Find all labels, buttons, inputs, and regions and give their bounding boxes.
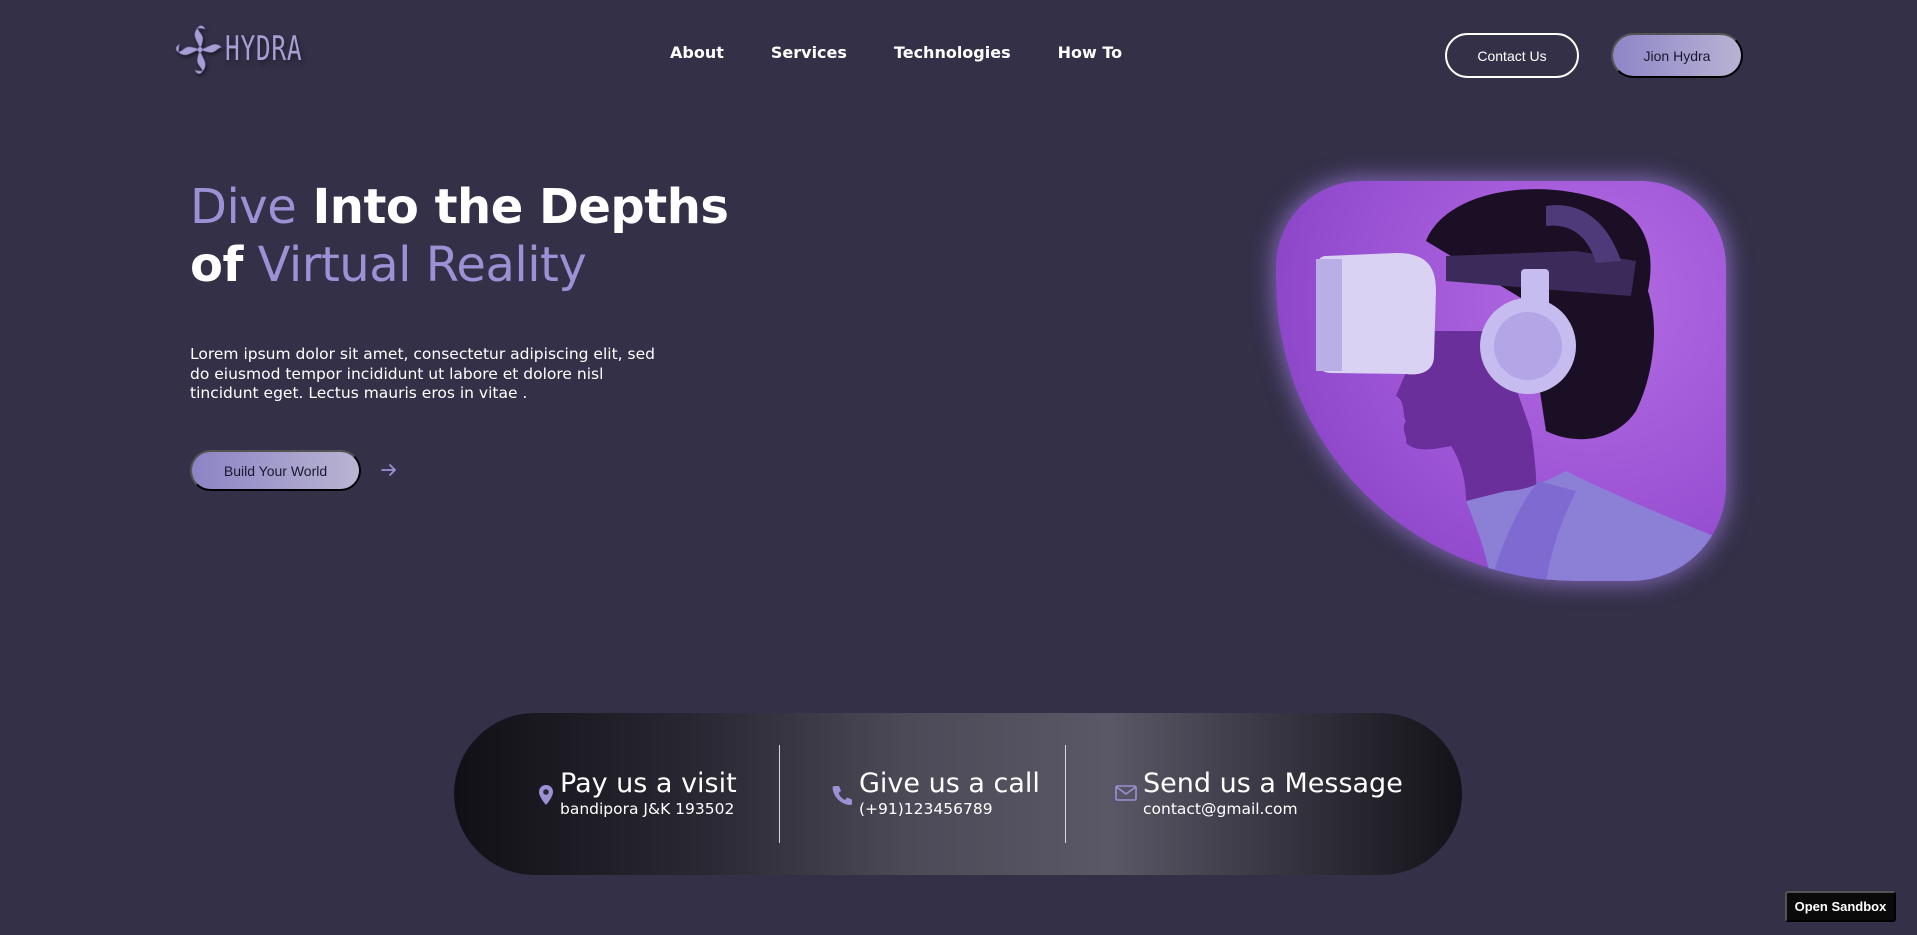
hero-title-part-1: Into the Depths [296,179,729,235]
contact-detail-phone[interactable]: (+91)123456789 [859,800,1040,818]
nav-link-technologies[interactable]: Technologies [894,43,1011,62]
arrow-right-icon[interactable] [380,461,398,479]
mail-icon [1115,785,1137,801]
contact-item-visit: Pay us a visit bandipora J&K 193502 [538,768,737,818]
contact-title-message: Send us a Message [1143,768,1403,799]
contact-bar: Pay us a visit bandipora J&K 193502 Give… [454,713,1462,875]
divider [779,745,780,843]
nav-link-services[interactable]: Services [771,43,847,62]
contact-item-message: Send us a Message contact@gmail.com [1115,768,1403,818]
divider [1065,745,1066,843]
phone-icon [832,786,852,805]
contact-title-call: Give us a call [859,768,1040,799]
hero-description: Lorem ipsum dolor sit amet, consectetur … [190,345,655,402]
hero-title-accent-2: Virtual Reality [242,237,587,293]
nav-link-how-to[interactable]: How To [1058,43,1123,62]
vr-person-illustration [1316,189,1726,581]
contact-us-button[interactable]: Contact Us [1445,33,1579,78]
hero-title: Dive Into the Depths of Virtual Reality [190,178,729,294]
main-nav: About Services Technologies How To [670,43,1169,62]
contact-item-call: Give us a call (+91)123456789 [831,768,1040,818]
logo-text: HYDRA [224,29,302,69]
join-hydra-button[interactable]: Jion Hydra [1611,33,1743,78]
brand-logo[interactable]: HYDRA [172,6,332,92]
nav-link-about[interactable]: About [670,43,724,62]
contact-detail-email[interactable]: contact@gmail.com [1143,800,1403,818]
hero-title-part-2: of [190,237,243,293]
contact-detail-address: bandipora J&K 193502 [560,800,735,818]
open-sandbox-button[interactable]: Open Sandbox [1785,891,1896,922]
location-pin-icon [539,785,553,805]
hero-title-accent-1: Dive [190,179,297,235]
hydra-swirl-icon [175,25,223,74]
vr-headset-photo [1276,181,1726,581]
build-your-world-button[interactable]: Build Your World [190,450,361,491]
contact-title-visit: Pay us a visit [560,768,737,799]
